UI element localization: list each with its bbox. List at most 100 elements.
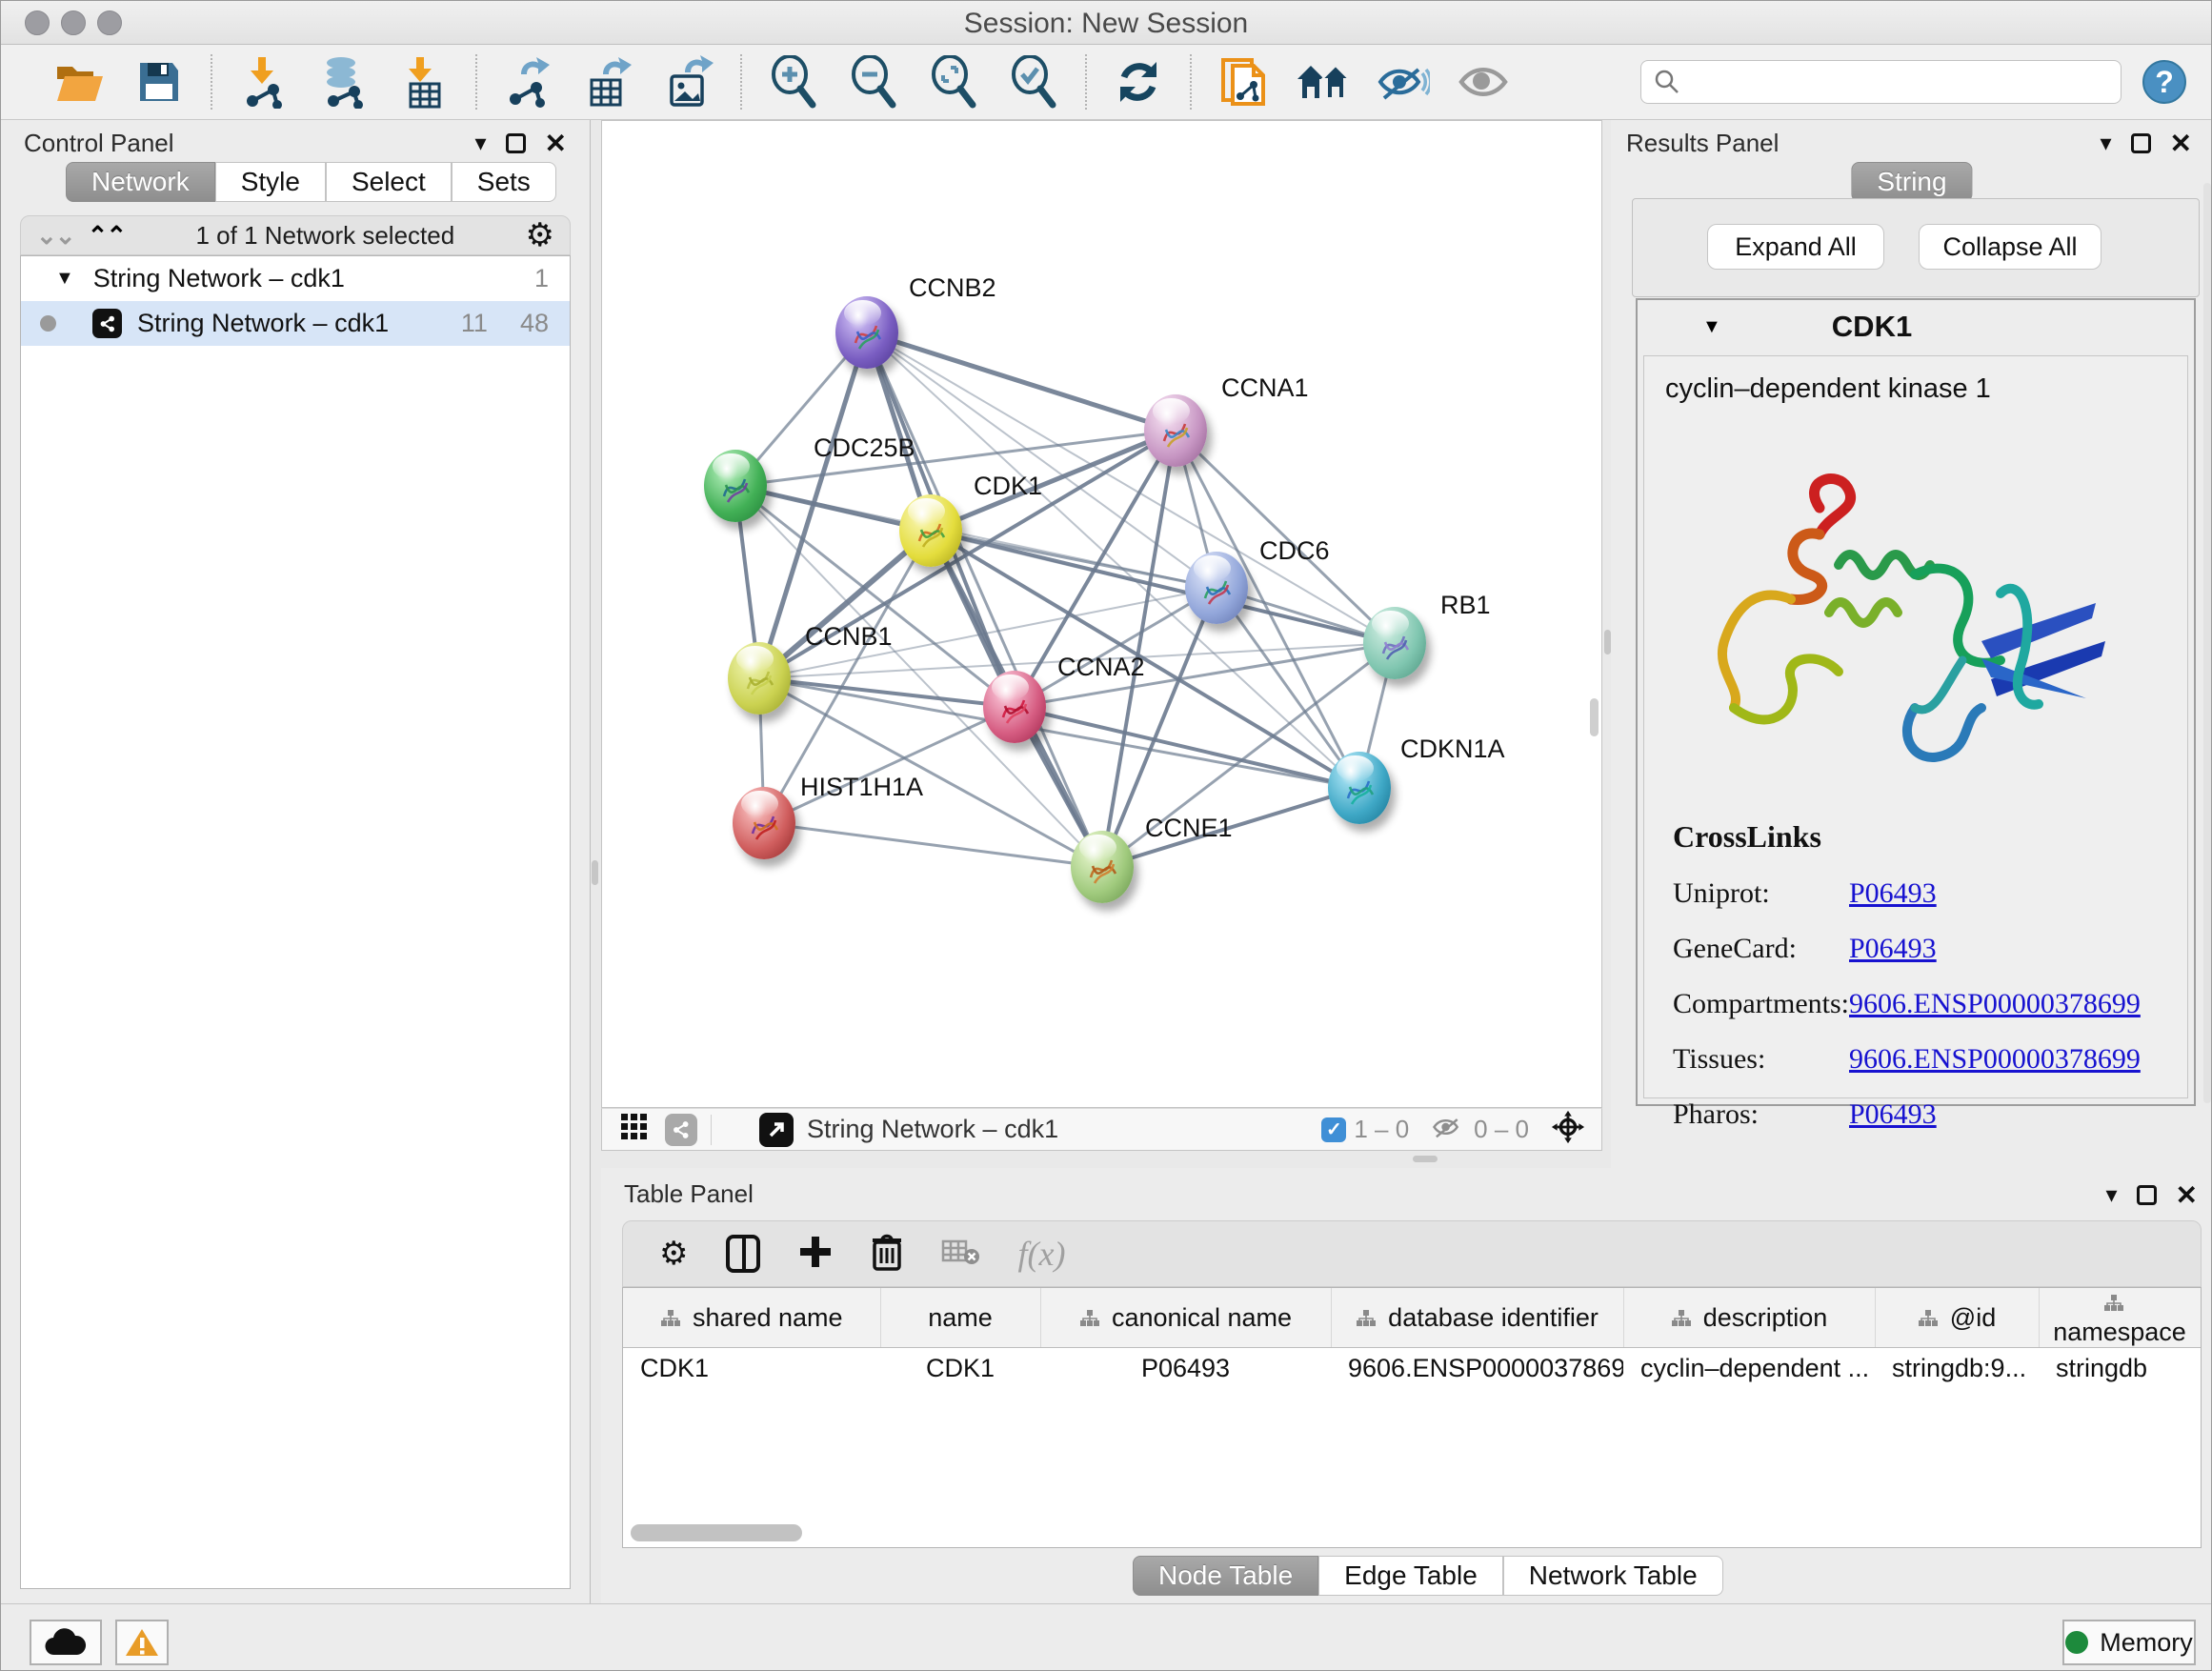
column-header--id[interactable]: @id xyxy=(1875,1288,2039,1348)
export-image-icon[interactable] xyxy=(661,54,716,110)
cloud-status-button[interactable] xyxy=(30,1620,102,1665)
tab-select[interactable]: Select xyxy=(326,162,452,202)
refresh-view-icon[interactable] xyxy=(1111,54,1166,110)
detach-view-icon[interactable] xyxy=(759,1113,794,1147)
table-cell[interactable]: P06493 xyxy=(1040,1348,1331,1390)
network-node-ccnb1[interactable] xyxy=(728,642,791,715)
network-node-ccna1[interactable] xyxy=(1144,394,1207,467)
float-panel-icon[interactable]: ▾ xyxy=(2100,130,2111,157)
export-network-icon[interactable] xyxy=(501,54,556,110)
table-horizontal-scrollbar[interactable] xyxy=(631,1524,802,1541)
table-cell[interactable]: stringdb:9... xyxy=(1875,1348,2039,1390)
collapse-all-networks-icon[interactable]: ⌄⌄ xyxy=(36,221,74,251)
zoom-selected-icon[interactable] xyxy=(1006,54,1061,110)
table-cell[interactable]: cyclin–dependent ... xyxy=(1623,1348,1875,1390)
tab-edge-table[interactable]: Edge Table xyxy=(1318,1556,1503,1596)
network-canvas[interactable]: CCNB2CCNA1CDC25BCDK1CDC6RB1CCNB1CCNA2CDK… xyxy=(601,120,1602,1108)
table-cell[interactable]: CDK1 xyxy=(623,1348,880,1390)
network-node-hist1h1a[interactable] xyxy=(733,787,795,859)
network-edge[interactable] xyxy=(764,823,1102,867)
pan-crosshair-icon[interactable] xyxy=(1550,1109,1586,1150)
column-header-description[interactable]: description xyxy=(1623,1288,1875,1348)
crosslink-link[interactable]: P06493 xyxy=(1849,933,1937,965)
crosslink-link[interactable]: P06493 xyxy=(1849,1098,1937,1131)
network-options-gear-icon[interactable]: ⚙ xyxy=(526,219,554,252)
canvas-scrollbar[interactable] xyxy=(1590,698,1599,736)
close-panel-icon[interactable]: ✕ xyxy=(2170,133,2192,153)
grid-view-icon[interactable] xyxy=(619,1112,650,1147)
expand-all-networks-icon[interactable]: ⌃⌃ xyxy=(88,221,126,251)
table-row[interactable]: CDK1CDK1P064939606.ENSP00000378699cyclin… xyxy=(623,1348,2201,1390)
protein-section-header[interactable]: ▼ CDK1 xyxy=(1638,300,2194,353)
network-edge[interactable] xyxy=(867,332,1176,431)
column-header-database-identifier[interactable]: database identifier xyxy=(1331,1288,1623,1348)
tab-sets[interactable]: Sets xyxy=(452,162,556,202)
close-panel-icon[interactable]: ✕ xyxy=(2176,1185,2198,1205)
search-input[interactable] xyxy=(1640,60,2122,104)
delete-column-icon[interactable] xyxy=(871,1233,903,1276)
network-row[interactable]: String Network – cdk1 11 48 xyxy=(21,301,570,346)
tab-string[interactable]: String xyxy=(1851,162,1972,202)
tab-style[interactable]: Style xyxy=(215,162,326,202)
network-node-cdkn1a[interactable] xyxy=(1328,752,1391,824)
float-panel-icon[interactable]: ▾ xyxy=(474,130,486,157)
maximize-panel-icon[interactable] xyxy=(2131,133,2151,153)
network-node-cdc6[interactable] xyxy=(1185,552,1248,624)
help-button[interactable]: ? xyxy=(2142,60,2186,104)
float-panel-icon[interactable]: ▾ xyxy=(2105,1181,2117,1209)
column-header-namespace[interactable]: namespace xyxy=(2039,1288,2201,1348)
network-node-cdc25b[interactable] xyxy=(704,450,767,522)
selected-checkbox-icon[interactable]: ✓ xyxy=(1321,1117,1346,1142)
network-node-ccnb2[interactable] xyxy=(835,296,898,369)
close-panel-icon[interactable]: ✕ xyxy=(545,133,567,153)
show-all-eye-icon[interactable] xyxy=(1456,54,1511,110)
column-header-name[interactable]: name xyxy=(880,1288,1040,1348)
network-edge[interactable] xyxy=(764,707,1015,823)
network-collection-row[interactable]: ▼ String Network – cdk1 1 xyxy=(21,256,570,301)
zoom-in-icon[interactable] xyxy=(766,54,821,110)
network-node-cdk1[interactable] xyxy=(899,494,962,567)
network-node-ccna2[interactable] xyxy=(983,671,1046,743)
tab-network[interactable]: Network xyxy=(66,162,215,202)
open-session-icon[interactable] xyxy=(51,54,107,110)
network-view-share-icon[interactable] xyxy=(665,1114,697,1146)
import-network-file-icon[interactable] xyxy=(236,54,292,110)
zoom-out-icon[interactable] xyxy=(846,54,901,110)
collapse-all-button[interactable]: Collapse All xyxy=(1919,224,2101,270)
network-edge[interactable] xyxy=(867,332,1395,643)
crosslink-link[interactable]: P06493 xyxy=(1849,877,1937,910)
table-options-gear-icon[interactable]: ⚙ xyxy=(659,1238,688,1270)
table-cell[interactable]: stringdb xyxy=(2039,1348,2201,1390)
memory-button[interactable]: Memory xyxy=(2062,1620,2196,1665)
bottom-splitter-handle[interactable] xyxy=(1413,1156,1438,1162)
import-network-database-icon[interactable] xyxy=(316,54,372,110)
table-cell[interactable]: 9606.ENSP00000378699 xyxy=(1331,1348,1623,1390)
left-splitter-handle[interactable] xyxy=(592,860,598,885)
network-node-rb1[interactable] xyxy=(1363,607,1426,679)
add-column-icon[interactable] xyxy=(798,1235,833,1274)
expand-all-button[interactable]: Expand All xyxy=(1707,224,1884,270)
network-node-ccne1[interactable] xyxy=(1071,831,1134,903)
hide-selected-eye-icon[interactable] xyxy=(1376,54,1431,110)
import-table-icon[interactable] xyxy=(396,54,452,110)
tab-network-table[interactable]: Network Table xyxy=(1503,1556,1723,1596)
show-columns-icon[interactable] xyxy=(726,1235,760,1273)
clone-network-icon[interactable] xyxy=(1216,54,1271,110)
results-scrollbar[interactable] xyxy=(2203,183,2211,1103)
right-splitter-handle[interactable] xyxy=(1604,630,1611,654)
home-neighbors-icon[interactable] xyxy=(1296,54,1351,110)
crosslink-link[interactable]: 9606.ENSP00000378699 xyxy=(1849,1043,2141,1076)
section-expander-icon[interactable]: ▼ xyxy=(1702,316,1721,338)
zoom-fit-icon[interactable] xyxy=(926,54,981,110)
tab-node-table[interactable]: Node Table xyxy=(1133,1556,1318,1596)
save-session-icon[interactable] xyxy=(131,54,187,110)
maximize-panel-icon[interactable] xyxy=(506,133,526,153)
column-header-shared-name[interactable]: shared name xyxy=(623,1288,880,1348)
export-table-icon[interactable] xyxy=(581,54,636,110)
warning-button[interactable] xyxy=(115,1620,169,1665)
table-cell[interactable]: CDK1 xyxy=(880,1348,1040,1390)
maximize-panel-icon[interactable] xyxy=(2137,1185,2157,1205)
tree-expander-icon[interactable]: ▼ xyxy=(55,268,74,290)
network-edge[interactable] xyxy=(1015,707,1359,788)
column-header-canonical-name[interactable]: canonical name xyxy=(1040,1288,1331,1348)
